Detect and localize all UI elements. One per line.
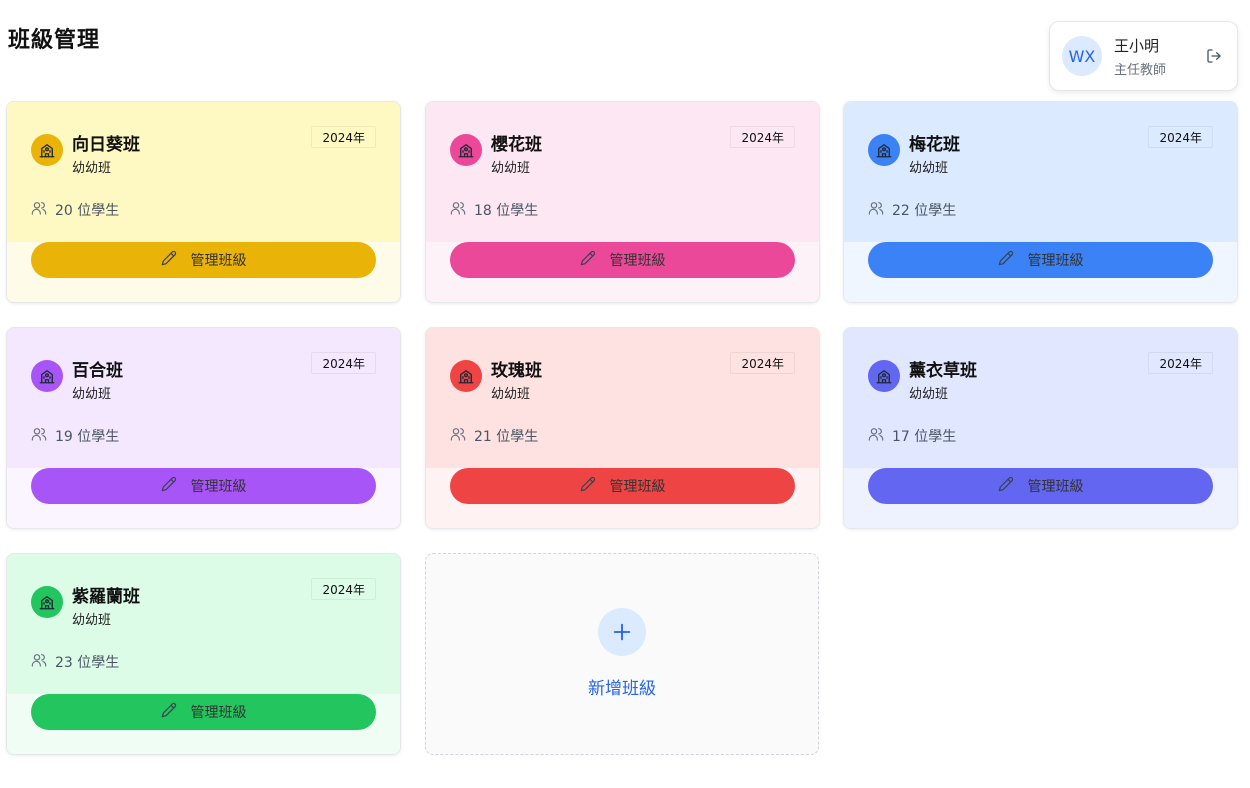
pencil-icon (161, 702, 191, 722)
avatar[interactable]: WX (1062, 36, 1102, 76)
manage-class-button[interactable]: 管理班級 (450, 468, 795, 504)
user-name: 王小明 (1114, 36, 1160, 55)
users-icon (31, 426, 55, 446)
manage-class-button[interactable]: 管理班級 (31, 694, 376, 730)
school-icon (31, 586, 63, 618)
manage-class-button[interactable]: 管理班級 (450, 242, 795, 278)
manage-class-button[interactable]: 管理班級 (868, 468, 1213, 504)
year-badge: 2024年 (730, 126, 795, 148)
users-icon (868, 426, 892, 446)
users-icon (31, 200, 55, 220)
class-card: 紫羅蘭班 幼幼班 2024年 23 位學生 管理班級 (6, 553, 401, 755)
student-count-text: 19 位學生 (55, 429, 120, 445)
class-card: 櫻花班 幼幼班 2024年 18 位學生 管理班級 (425, 101, 820, 303)
school-icon (450, 134, 482, 166)
pencil-icon (998, 476, 1028, 496)
class-card: 薰衣草班 幼幼班 2024年 17 位學生 管理班級 (843, 327, 1238, 529)
manage-class-label: 管理班級 (1027, 479, 1084, 495)
user-card: WX 王小明 主任教師 (1049, 21, 1238, 91)
class-level: 幼幼班 (72, 161, 112, 176)
class-name: 向日葵班 (72, 135, 140, 155)
student-count-text: 20 位學生 (55, 203, 120, 219)
student-count-text: 23 位學生 (55, 655, 120, 671)
class-name: 梅花班 (909, 135, 960, 155)
class-level: 幼幼班 (909, 161, 949, 176)
manage-class-button[interactable]: 管理班級 (31, 242, 376, 278)
student-count-text: 22 位學生 (892, 203, 957, 219)
class-card: 梅花班 幼幼班 2024年 22 位學生 管理班級 (843, 101, 1238, 303)
student-count: 20 位學生 (31, 200, 119, 220)
year-badge: 2024年 (311, 352, 376, 374)
student-count: 23 位學生 (31, 652, 119, 672)
class-level: 幼幼班 (72, 613, 112, 628)
logout-icon[interactable] (1203, 45, 1225, 67)
class-card: 向日葵班 幼幼班 2024年 20 位學生 管理班級 (6, 101, 401, 303)
class-level: 幼幼班 (72, 387, 112, 402)
year-badge: 2024年 (1148, 126, 1213, 148)
add-class-card[interactable]: 新增班級 (425, 553, 819, 755)
users-icon (31, 652, 55, 672)
class-card: 百合班 幼幼班 2024年 19 位學生 管理班級 (6, 327, 401, 529)
pencil-icon (998, 250, 1028, 270)
card-header-bg (426, 328, 819, 468)
class-level: 幼幼班 (491, 387, 531, 402)
year-badge: 2024年 (311, 578, 376, 600)
card-header-bg (844, 328, 1237, 468)
users-icon (450, 200, 474, 220)
card-header-bg (844, 102, 1237, 242)
user-info: 王小明 主任教師 (1114, 35, 1203, 78)
school-icon (868, 134, 900, 166)
manage-class-button[interactable]: 管理班級 (31, 468, 376, 504)
student-count: 21 位學生 (450, 426, 538, 446)
student-count: 17 位學生 (868, 426, 956, 446)
year-badge: 2024年 (730, 352, 795, 374)
class-level: 幼幼班 (491, 161, 531, 176)
manage-class-button[interactable]: 管理班級 (868, 242, 1213, 278)
user-role: 主任教師 (1114, 62, 1167, 78)
class-name: 薰衣草班 (909, 361, 977, 381)
card-header-bg (426, 102, 819, 242)
pencil-icon (580, 250, 610, 270)
card-header-bg (7, 554, 400, 694)
card-header-bg (7, 328, 400, 468)
pencil-icon (161, 250, 191, 270)
student-count: 19 位學生 (31, 426, 119, 446)
school-icon (31, 134, 63, 166)
student-count-text: 21 位學生 (474, 429, 539, 445)
card-header-bg (7, 102, 400, 242)
add-class-label: 新增班級 (588, 679, 656, 699)
class-card: 玫瑰班 幼幼班 2024年 21 位學生 管理班級 (425, 327, 820, 529)
manage-class-label: 管理班級 (190, 253, 247, 269)
school-icon (31, 360, 63, 392)
year-badge: 2024年 (1148, 352, 1213, 374)
school-icon (450, 360, 482, 392)
student-count: 18 位學生 (450, 200, 538, 220)
student-count-text: 18 位學生 (474, 203, 539, 219)
class-name: 櫻花班 (491, 135, 542, 155)
manage-class-label: 管理班級 (190, 705, 247, 721)
year-badge: 2024年 (311, 126, 376, 148)
class-name: 百合班 (72, 361, 123, 381)
users-icon (450, 426, 474, 446)
school-icon (868, 360, 900, 392)
class-level: 幼幼班 (909, 387, 949, 402)
class-name: 紫羅蘭班 (72, 587, 140, 607)
manage-class-label: 管理班級 (609, 253, 666, 269)
class-name: 玫瑰班 (491, 361, 542, 381)
page-title: 班級管理 (8, 28, 101, 53)
plus-icon (598, 608, 646, 656)
manage-class-label: 管理班級 (609, 479, 666, 495)
manage-class-label: 管理班級 (1027, 253, 1084, 269)
pencil-icon (580, 476, 610, 496)
student-count: 22 位學生 (868, 200, 956, 220)
users-icon (868, 200, 892, 220)
pencil-icon (161, 476, 191, 496)
student-count-text: 17 位學生 (892, 429, 957, 445)
manage-class-label: 管理班級 (190, 479, 247, 495)
